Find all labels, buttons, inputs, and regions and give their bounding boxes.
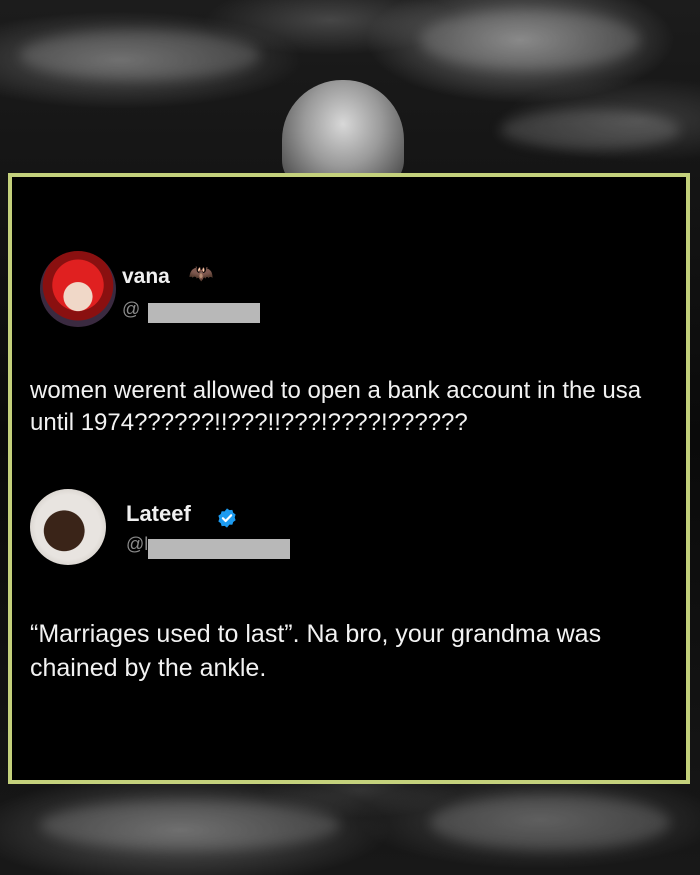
- display-name[interactable]: vana: [122, 265, 170, 289]
- user-handle[interactable]: @: [122, 299, 140, 320]
- user-handle[interactable]: @l: [126, 534, 148, 555]
- background-blur-streak: [500, 110, 680, 150]
- avatar[interactable]: [40, 251, 116, 327]
- avatar[interactable]: [30, 489, 106, 565]
- background-blur-streak: [40, 800, 340, 850]
- redaction-bar: [148, 539, 290, 559]
- redaction-bar: [148, 303, 260, 323]
- tweet-text: women werent allowed to open a bank acco…: [30, 377, 642, 436]
- display-name[interactable]: Lateef: [126, 501, 191, 527]
- bat-icon: 🦇: [188, 263, 214, 285]
- tweet-text: “Marriages used to last”. Na bro, your g…: [30, 620, 602, 682]
- background-blur-streak: [430, 795, 670, 850]
- background-blur-streak: [20, 30, 260, 80]
- tweet-card: vana 🦇 @ women werent allowed to open a …: [8, 173, 690, 784]
- background-blur-streak: [420, 10, 640, 70]
- verified-badge-icon: [218, 508, 236, 528]
